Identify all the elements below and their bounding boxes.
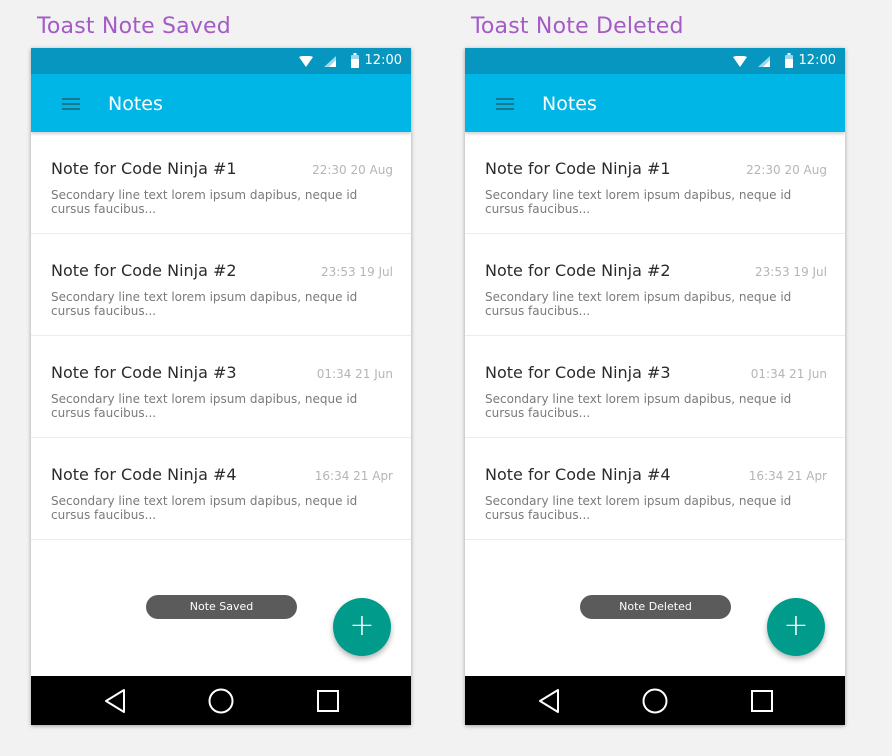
phone-screen-deleted: 12:00 Notes Note for Code Ninja #1 22:30…: [465, 48, 845, 725]
recent-apps-icon[interactable]: [317, 690, 339, 712]
list-item[interactable]: Note for Code Ninja #1 22:30 20 Aug Seco…: [465, 132, 845, 234]
note-title: Note for Code Ninja #4: [485, 465, 671, 484]
add-icon: +: [349, 608, 375, 643]
battery-icon: [785, 53, 793, 68]
home-icon[interactable]: [208, 688, 234, 714]
notes-list: Note for Code Ninja #1 22:30 20 Aug Seco…: [465, 132, 845, 540]
wifi-icon: [733, 56, 747, 67]
toast-message: Note Deleted: [580, 595, 731, 619]
note-snippet: Secondary line text lorem ipsum dapibus,…: [485, 494, 792, 522]
cell-signal-icon: [324, 56, 336, 67]
panel-label-deleted: Toast Note Deleted: [471, 14, 684, 39]
add-note-button[interactable]: +: [333, 598, 391, 656]
note-title: Note for Code Ninja #4: [51, 465, 237, 484]
home-icon[interactable]: [642, 688, 668, 714]
note-snippet: Secondary line text lorem ipsum dapibus,…: [485, 392, 792, 420]
app-bar: Notes: [465, 74, 845, 132]
recent-apps-icon[interactable]: [751, 690, 773, 712]
status-time: 12:00: [798, 53, 836, 68]
list-item[interactable]: Note for Code Ninja #2 23:53 19 Jul Seco…: [465, 234, 845, 336]
note-date: 16:34 21 Apr: [314, 469, 393, 483]
add-note-button[interactable]: +: [767, 598, 825, 656]
status-time: 12:00: [364, 53, 402, 68]
status-bar: 12:00: [465, 48, 845, 74]
note-snippet: Secondary line text lorem ipsum dapibus,…: [485, 188, 792, 216]
app-bar: Notes: [31, 74, 411, 132]
wifi-icon: [299, 56, 313, 67]
note-snippet: Secondary line text lorem ipsum dapibus,…: [485, 290, 792, 318]
note-date: 16:34 21 Apr: [748, 469, 827, 483]
note-title: Note for Code Ninja #3: [485, 363, 671, 382]
menu-icon[interactable]: [62, 98, 80, 110]
note-title: Note for Code Ninja #1: [51, 159, 237, 178]
note-title: Note for Code Ninja #1: [485, 159, 671, 178]
list-item[interactable]: Note for Code Ninja #4 16:34 21 Apr Seco…: [31, 438, 411, 540]
list-item[interactable]: Note for Code Ninja #4 16:34 21 Apr Seco…: [465, 438, 845, 540]
note-date: 01:34 21 Jun: [316, 367, 393, 381]
note-date: 22:30 20 Aug: [746, 163, 827, 177]
panel-label-saved: Toast Note Saved: [37, 14, 231, 39]
note-date: 23:53 19 Jul: [321, 265, 393, 279]
note-snippet: Secondary line text lorem ipsum dapibus,…: [51, 494, 358, 522]
list-item[interactable]: Note for Code Ninja #3 01:34 21 Jun Seco…: [465, 336, 845, 438]
navigation-bar: [31, 676, 411, 725]
note-snippet: Secondary line text lorem ipsum dapibus,…: [51, 290, 358, 318]
note-snippet: Secondary line text lorem ipsum dapibus,…: [51, 392, 358, 420]
battery-icon: [351, 53, 359, 68]
note-snippet: Secondary line text lorem ipsum dapibus,…: [51, 188, 358, 216]
notes-list: Note for Code Ninja #1 22:30 20 Aug Seco…: [31, 132, 411, 540]
back-icon[interactable]: [537, 688, 561, 714]
status-bar: 12:00: [31, 48, 411, 74]
list-item[interactable]: Note for Code Ninja #2 23:53 19 Jul Seco…: [31, 234, 411, 336]
note-date: 23:53 19 Jul: [755, 265, 827, 279]
list-item[interactable]: Note for Code Ninja #1 22:30 20 Aug Seco…: [31, 132, 411, 234]
app-title: Notes: [542, 93, 597, 115]
cell-signal-icon: [758, 56, 770, 67]
note-date: 22:30 20 Aug: [312, 163, 393, 177]
toast-message: Note Saved: [146, 595, 297, 619]
menu-icon[interactable]: [496, 98, 514, 110]
app-title: Notes: [108, 93, 163, 115]
add-icon: +: [783, 608, 809, 643]
note-date: 01:34 21 Jun: [750, 367, 827, 381]
note-title: Note for Code Ninja #2: [51, 261, 237, 280]
note-title: Note for Code Ninja #2: [485, 261, 671, 280]
list-item[interactable]: Note for Code Ninja #3 01:34 21 Jun Seco…: [31, 336, 411, 438]
back-icon[interactable]: [103, 688, 127, 714]
navigation-bar: [465, 676, 845, 725]
note-title: Note for Code Ninja #3: [51, 363, 237, 382]
phone-screen-saved: 12:00 Notes Note for Code Ninja #1 22:30…: [31, 48, 411, 725]
